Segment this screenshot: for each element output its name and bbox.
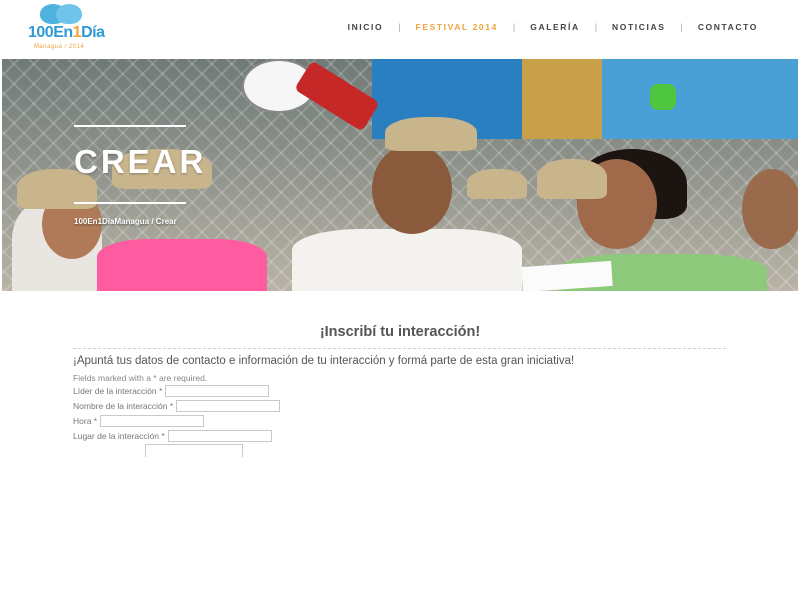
- form-row-lider: Líder de la interacción *: [73, 385, 270, 397]
- hero-title-rule: [74, 125, 186, 127]
- lider-input[interactable]: [165, 385, 270, 397]
- form-row-lugar: Lugar de la interacción *: [73, 430, 272, 442]
- hero-photo-face: [742, 169, 798, 249]
- nombre-input[interactable]: [176, 400, 281, 412]
- logo-subtitle: Managua / 2014: [33, 44, 85, 50]
- nav-item-galeria[interactable]: GALERÍA: [530, 22, 579, 32]
- nav-item-inicio[interactable]: INICIO: [348, 22, 384, 32]
- logo-wordmark: 100En1Día: [28, 24, 105, 41]
- nav-separator: |: [512, 22, 516, 32]
- hero-photo-figure: [292, 229, 522, 291]
- form-divider: [73, 348, 726, 349]
- hero-photo-hat: [385, 117, 477, 151]
- hero-photo-bow: [650, 84, 676, 110]
- form-title: ¡Inscribí tu interacción!: [319, 324, 481, 340]
- nav-item-noticias[interactable]: NOTICIAS: [612, 22, 665, 32]
- hero-banner: CREAR 100En1DíaManagua / Crear: [2, 59, 798, 291]
- hora-input[interactable]: [100, 415, 205, 427]
- required-note: Fields marked with a * are required.: [73, 373, 208, 383]
- nav-separator: |: [680, 22, 683, 32]
- lider-label: Líder de la interacción *: [73, 386, 163, 396]
- hero-photo-poster: [522, 59, 602, 139]
- lugar-input[interactable]: [167, 430, 272, 442]
- form-row-hora: Hora *: [73, 415, 205, 427]
- hero-title-rule: [74, 202, 186, 204]
- nav-separator: |: [594, 22, 598, 32]
- main-nav: INICIO | FESTIVAL 2014 | GALERÍA | NOTIC…: [348, 22, 758, 32]
- description-textarea[interactable]: [145, 444, 243, 457]
- hero-photo-poster: [602, 59, 798, 139]
- lugar-label: Lugar de la interacción *: [73, 431, 165, 441]
- nombre-label: Nombre de la interacción *: [73, 401, 174, 411]
- hero-photo-figure: [97, 239, 267, 291]
- hero-photo-paper: [521, 260, 613, 291]
- form-intro: ¡Apuntá tus datos de contacto e informac…: [73, 355, 575, 367]
- megaphone-icon: [242, 59, 380, 149]
- site-header: 100En1Día Managua / 2014 INICIO | FESTIV…: [0, 0, 800, 58]
- hero-photo-hat: [537, 159, 607, 199]
- hero-photo-face: [372, 144, 452, 234]
- nav-item-festival[interactable]: FESTIVAL 2014: [416, 22, 498, 32]
- hora-label: Hora *: [73, 416, 98, 426]
- site-logo[interactable]: 100En1Día Managua / 2014: [28, 4, 105, 56]
- logo-cloud-icon: [56, 4, 82, 24]
- breadcrumb[interactable]: 100En1DíaManagua / Crear: [74, 217, 177, 226]
- hero-photo-hat: [467, 169, 527, 199]
- nav-item-contacto[interactable]: CONTACTO: [698, 22, 758, 32]
- nav-separator: |: [398, 22, 401, 32]
- form-row-nombre: Nombre de la interacción *: [73, 400, 281, 412]
- page-title: CREAR: [74, 143, 207, 180]
